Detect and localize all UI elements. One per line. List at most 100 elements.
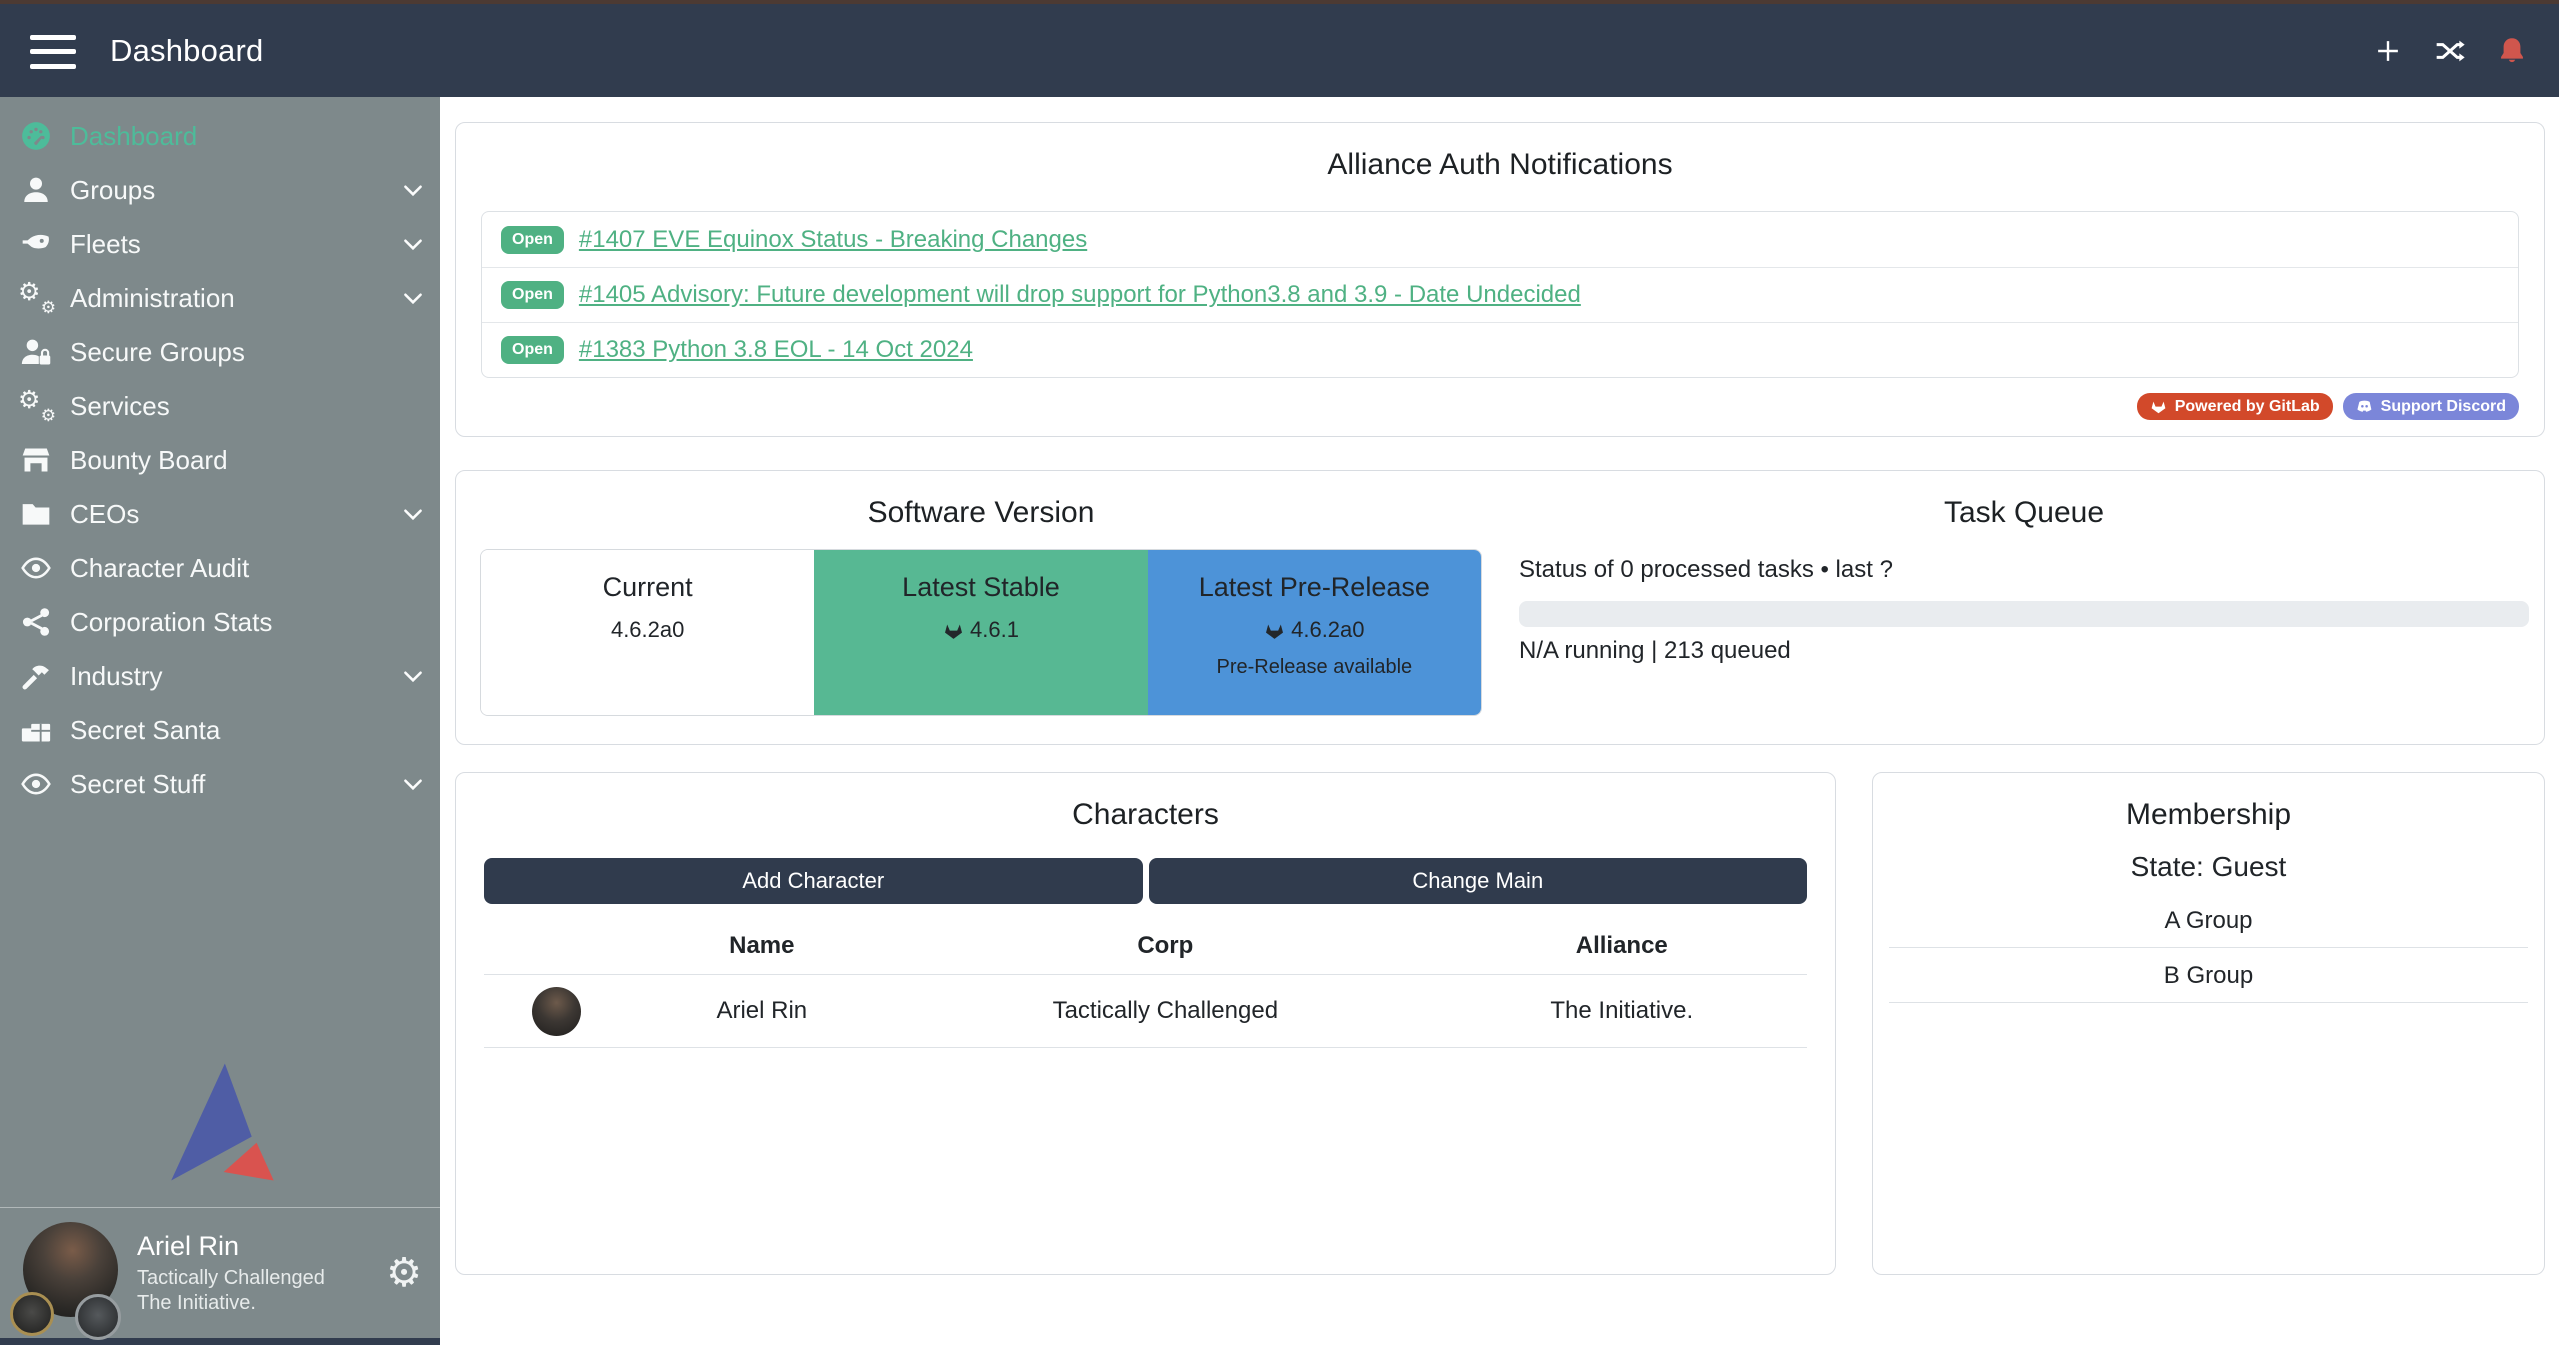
sidebar-item-secure-groups[interactable]: Secure Groups xyxy=(0,325,440,379)
change-main-button[interactable]: Change Main xyxy=(1149,858,1808,904)
user-settings-gear-icon[interactable]: ⚙ xyxy=(386,1253,422,1293)
footer-badge-label: Powered by GitLab xyxy=(2175,398,2320,416)
hammer-icon xyxy=(20,660,52,692)
sidebar-item-groups[interactable]: Groups xyxy=(0,163,440,217)
characters-table-header-name: Name xyxy=(630,916,895,975)
sidebar-item-label: Groups xyxy=(70,175,155,206)
change-main-shuffle-icon[interactable] xyxy=(2433,34,2467,68)
sidebar-item-dashboard[interactable]: Dashboard xyxy=(0,109,440,163)
sidebar-item-label: Secret Santa xyxy=(70,715,220,746)
version-comparison-box: Current 4.6.2a0 Latest Stable xyxy=(480,549,1482,716)
task-queue-title: Task Queue xyxy=(1519,491,2529,535)
notifications-title: Alliance Auth Notifications xyxy=(456,143,2544,187)
gitlab-icon xyxy=(2150,398,2167,415)
status-badge: Open xyxy=(501,226,564,254)
membership-group-row: B Group xyxy=(1889,948,2528,1003)
sidebar-item-label: Secure Groups xyxy=(70,337,245,368)
eye-icon xyxy=(20,552,52,584)
version-column: Latest Pre-Release 4.6.2a0 Pre-Release a… xyxy=(1148,550,1481,715)
notification-link[interactable]: #1407 EVE Equinox Status - Breaking Chan… xyxy=(579,226,1087,254)
sidebar-item-administration[interactable]: ⚙⚙ Administration xyxy=(0,271,440,325)
discord-icon xyxy=(2356,398,2373,415)
footer-badge-label: Support Discord xyxy=(2381,398,2506,416)
user-corp: Tactically Challenged xyxy=(137,1266,325,1291)
characters-table-header-corp: Corp xyxy=(894,916,1436,975)
chevron-down-icon xyxy=(400,501,426,527)
character-row: Ariel Rin Tactically Challenged The Init… xyxy=(484,975,1807,1048)
sidebar-item-bounty-board[interactable]: Bounty Board xyxy=(0,433,440,487)
membership-group-row: A Group xyxy=(1889,893,2528,948)
page-title: Dashboard xyxy=(110,33,263,69)
sidebar-item-secret-stuff[interactable]: Secret Stuff xyxy=(0,757,440,811)
gitlab-icon xyxy=(943,620,964,641)
chevron-down-icon xyxy=(400,663,426,689)
task-queue-status-line: Status of 0 processed tasks • last ? xyxy=(1519,556,2529,584)
notification-link[interactable]: #1405 Advisory: Future development will … xyxy=(579,281,1581,309)
chevron-down-icon xyxy=(400,285,426,311)
sidebar-item-label: Secret Stuff xyxy=(70,769,205,800)
notifications-list: Open #1407 EVE Equinox Status - Breaking… xyxy=(481,211,2519,378)
alliance-logo xyxy=(0,1061,440,1207)
sidebar: Dashboard Groups Fleets xyxy=(0,97,440,1345)
sidebar-bottom-strip xyxy=(0,1338,440,1345)
sidebar-item-label: Administration xyxy=(70,283,235,314)
task-queue-counts-line: N/A running | 213 queued xyxy=(1519,637,2529,665)
user-alliance: The Initiative. xyxy=(137,1291,325,1316)
top-navbar: Dashboard xyxy=(0,0,2559,97)
footer-badge-support-discord[interactable]: Support Discord xyxy=(2343,393,2519,420)
character-row-portrait xyxy=(532,987,581,1036)
character-name: Ariel Rin xyxy=(630,975,895,1048)
sidebar-item-character-audit[interactable]: Character Audit xyxy=(0,541,440,595)
status-badge: Open xyxy=(501,336,564,364)
sidebar-item-corporation-stats[interactable]: Corporation Stats xyxy=(0,595,440,649)
menu-toggle-icon[interactable] xyxy=(30,35,76,69)
user-name: Ariel Rin xyxy=(137,1230,325,1264)
add-character-icon[interactable] xyxy=(2371,34,2405,68)
software-version-task-queue-panel: Software Version Current 4.6.2a0 xyxy=(455,470,2545,745)
alliance-auth-notifications-panel: Alliance Auth Notifications Open #1407 E… xyxy=(455,122,2545,437)
chevron-down-icon xyxy=(400,177,426,203)
sidebar-item-label: Corporation Stats xyxy=(70,607,272,638)
user-panel: Ariel Rin Tactically Challenged The Init… xyxy=(0,1207,440,1338)
eye-icon xyxy=(20,768,52,800)
sidebar-item-label: Industry xyxy=(70,661,163,692)
footer-badge-powered-by-gitlab[interactable]: Powered by GitLab xyxy=(2137,393,2333,420)
chevron-down-icon xyxy=(400,771,426,797)
sidebar-item-fleets[interactable]: Fleets xyxy=(0,217,440,271)
status-badge: Open xyxy=(501,281,564,309)
main-content: Alliance Auth Notifications Open #1407 E… xyxy=(440,97,2559,1345)
notification-row: Open #1405 Advisory: Future development … xyxy=(482,267,2518,322)
gitlab-icon xyxy=(1264,620,1285,641)
character-corp: Tactically Challenged xyxy=(894,975,1436,1048)
version-number: 4.6.2a0 xyxy=(1291,617,1364,643)
version-column-header: Current xyxy=(481,572,814,603)
membership-state: State: Guest xyxy=(1873,851,2544,883)
version-column-header: Latest Stable xyxy=(814,572,1147,603)
characters-table-header-alliance: Alliance xyxy=(1437,916,1807,975)
store-icon xyxy=(20,444,52,476)
sidebar-item-ceos[interactable]: CEOs xyxy=(0,487,440,541)
shuttle-icon xyxy=(20,228,52,260)
gifts-icon xyxy=(20,714,52,746)
user-lock-icon xyxy=(20,336,52,368)
sidebar-item-secret-santa[interactable]: Secret Santa xyxy=(0,703,440,757)
version-column: Current 4.6.2a0 xyxy=(481,550,814,715)
corp-logo xyxy=(10,1292,54,1336)
task-queue-progress-bar xyxy=(1519,601,2529,627)
sidebar-item-label: Bounty Board xyxy=(70,445,228,476)
share-nodes-icon xyxy=(20,606,52,638)
user-avatar xyxy=(15,1218,119,1328)
notification-row: Open #1383 Python 3.8 EOL - 14 Oct 2024 xyxy=(482,322,2518,377)
notifications-bell-icon[interactable] xyxy=(2495,34,2529,68)
membership-panel: Membership State: Guest A Group B Group xyxy=(1872,772,2545,1275)
gauge-icon xyxy=(20,120,52,152)
folder-icon xyxy=(20,498,52,530)
version-number: 4.6.1 xyxy=(970,617,1019,643)
sidebar-item-services[interactable]: ⚙⚙ Services xyxy=(0,379,440,433)
sidebar-item-industry[interactable]: Industry xyxy=(0,649,440,703)
add-character-button[interactable]: Add Character xyxy=(484,858,1143,904)
version-column-header: Latest Pre-Release xyxy=(1148,572,1481,603)
sidebar-item-label: Fleets xyxy=(70,229,141,260)
membership-groups-list: A Group B Group xyxy=(1889,893,2528,1003)
notification-link[interactable]: #1383 Python 3.8 EOL - 14 Oct 2024 xyxy=(579,336,973,364)
